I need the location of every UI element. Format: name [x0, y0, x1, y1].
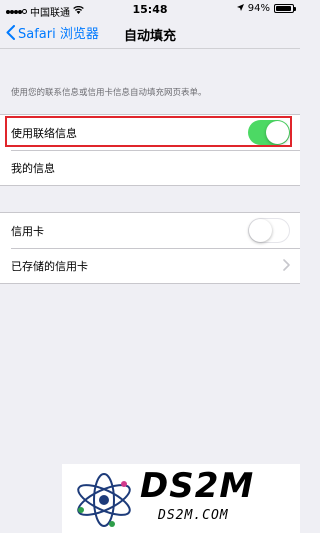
- battery-icon: [274, 4, 296, 13]
- location-icon: [236, 3, 244, 14]
- watermark-subtitle: DS2M.COM: [158, 508, 229, 523]
- back-button-label: Safari 浏览器: [18, 27, 99, 42]
- section-description: 使用您的联系信息或信用卡信息自动填充网页表单。: [11, 88, 207, 98]
- credit-card-settings-group: 信用卡 已存储的信用卡: [0, 212, 300, 284]
- status-right: 94%: [236, 3, 296, 14]
- atom-logo-icon: [77, 473, 131, 527]
- navigation-bar: Safari 浏览器 自动填充: [0, 20, 300, 49]
- status-bar: 中国联通 15:48 94%: [0, 0, 300, 20]
- chevron-left-icon: [6, 25, 15, 40]
- credit-card-row: 信用卡: [0, 213, 300, 248]
- chevron-right-icon: [283, 259, 290, 271]
- my-info-row[interactable]: 我的信息: [0, 150, 300, 185]
- credit-card-label: 信用卡: [11, 224, 44, 238]
- battery-level: [276, 6, 292, 11]
- my-info-label: 我的信息: [11, 161, 55, 175]
- saved-cards-label: 已存储的信用卡: [11, 259, 88, 273]
- battery-percent: 94%: [247, 3, 270, 14]
- saved-cards-row[interactable]: 已存储的信用卡: [0, 248, 300, 283]
- credit-card-toggle[interactable]: [248, 218, 290, 243]
- back-button[interactable]: Safari 浏览器: [6, 23, 99, 42]
- highlight-box: [5, 116, 292, 147]
- watermark-title: DS2M: [140, 466, 255, 506]
- toggle-knob: [248, 218, 272, 242]
- watermark: DS2M DS2M.COM: [62, 464, 300, 533]
